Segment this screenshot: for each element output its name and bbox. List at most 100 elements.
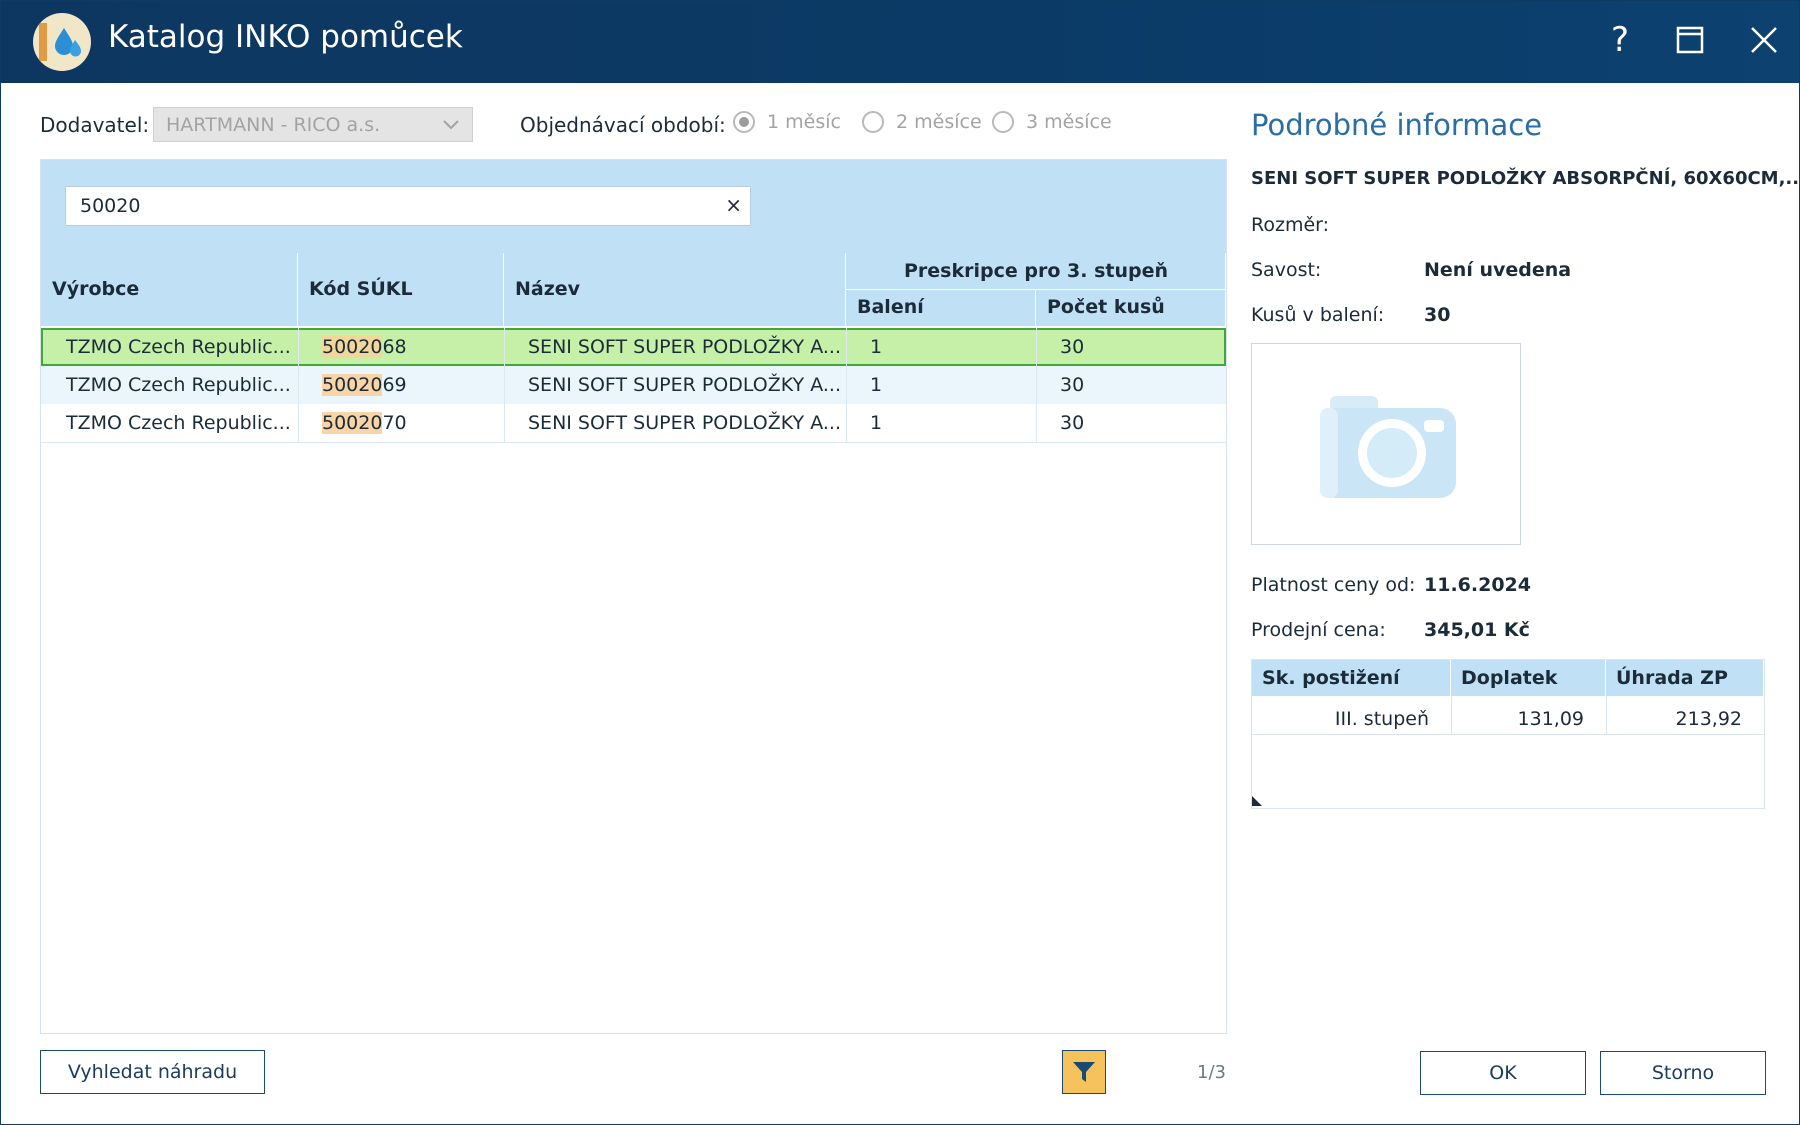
filter-button[interactable] [1062,1050,1106,1094]
detail-title: Podrobné informace [1251,108,1543,142]
help-button[interactable]: ? [1597,17,1643,63]
ok-button[interactable]: OK [1420,1051,1586,1095]
price-header-insurance: Úhrada ZP [1606,660,1764,696]
period-option-label: 3 měsíce [1026,111,1112,133]
price-valid-label: Platnost ceny od: [1251,574,1416,596]
cell-separator [1036,404,1037,442]
supplier-value: HARTMANN - RICO a.s. [166,114,381,136]
cell-manufacturer: TZMO Czech Republic... [66,336,291,358]
maximize-icon [1676,26,1704,54]
search-match-highlight: 50020 [322,412,383,434]
dialog-window: Katalog INKO pomůcek ? Dodavatel: HARTMA… [0,0,1800,1125]
period-radio-2[interactable]: 2 měsíce [862,111,982,133]
header-label: Preskripce pro 3. stupeň [904,260,1168,282]
water-drops-icon [33,13,91,71]
cell-name: SENI SOFT SUPER PODLOŽKY A... [528,412,841,434]
column-header-pieces[interactable]: Počet kusů [1036,290,1226,326]
cell-name: SENI SOFT SUPER PODLOŽKY A... [528,336,841,358]
header-label: Počet kusů [1047,296,1165,318]
search-band: × [41,160,1226,253]
header-label: Balení [857,296,924,318]
supplier-select[interactable]: HARTMANN - RICO a.s. [153,107,473,142]
header-label: Úhrada ZP [1616,667,1728,689]
period-label: Objednávací období: [520,113,726,137]
table-row[interactable]: TZMO Czech Republic... 5002070 SENI SOFT… [41,404,1226,443]
table-row[interactable]: TZMO Czech Republic... 5002069 SENI SOFT… [41,366,1226,404]
clear-icon[interactable]: × [725,193,742,217]
column-header-name[interactable]: Název [504,253,846,326]
record-counter: 1/3 [1197,1062,1226,1083]
cancel-button[interactable]: Storno [1600,1051,1766,1095]
size-label: Rozměr: [1251,214,1330,236]
cell-separator [298,328,299,366]
cell-sukl-code: 5002070 [322,412,407,434]
cell-separator [846,404,847,442]
header-label: Doplatek [1461,667,1558,689]
column-header-packages[interactable]: Balení [846,290,1036,326]
product-photo [1251,343,1521,545]
period-radio-1[interactable]: 1 měsíc [733,111,841,133]
cell-separator [504,404,505,442]
cell-sukl-code: 5002069 [322,374,407,396]
column-header-manufacturer[interactable]: Výrobce [41,253,298,326]
radio-selected-icon [733,111,755,133]
supplier-label: Dodavatel: [40,113,150,137]
cell-pieces: 30 [1060,374,1085,396]
cell-packages: 1 [870,374,883,396]
title-bar: Katalog INKO pomůcek ? [1,1,1799,83]
price-cell-surcharge: 131,09 [1517,708,1584,730]
header-label: Sk. postižení [1262,667,1400,689]
price-label: Prodejní cena: [1251,619,1386,641]
price-value: 345,01 Kč [1424,619,1530,641]
cell-packages: 1 [870,336,883,358]
cell-manufacturer: TZMO Czech Republic... [66,412,291,434]
search-match-highlight: 50020 [322,374,383,396]
radio-icon [992,111,1014,133]
header-label: Kód SÚKL [309,278,413,300]
code-rest: 70 [382,412,407,434]
cell-separator [504,366,505,404]
column-header-sukl-code[interactable]: Kód SÚKL [298,253,504,326]
catalog-grid: × Výrobce Kód SÚKL Název Preskripce pro … [40,159,1227,1034]
maximize-button[interactable] [1667,17,1713,63]
help-icon: ? [1610,20,1630,60]
price-cell-insurance: 213,92 [1675,708,1742,730]
price-header-disability: Sk. postižení [1252,660,1451,696]
cell-separator [1451,696,1452,734]
absorbency-label: Savost: [1251,259,1322,281]
pieces-value: 30 [1424,304,1451,326]
header-label: Název [515,278,581,300]
period-option-label: 2 měsíce [896,111,982,133]
column-group-prescription: Preskripce pro 3. stupeň [846,253,1226,290]
code-rest: 69 [382,374,407,396]
table-row[interactable]: TZMO Czech Republic... 5002068 SENI SOFT… [41,328,1226,366]
code-rest: 68 [382,336,407,358]
price-header-surcharge: Doplatek [1451,660,1606,696]
cell-packages: 1 [870,412,883,434]
price-valid-value: 11.6.2024 [1424,574,1531,596]
cell-sukl-code: 5002068 [322,336,407,358]
chevron-down-icon [443,120,459,130]
camera-icon [1320,396,1456,498]
radio-icon [862,111,884,133]
find-replacement-button[interactable]: Vyhledat náhradu [40,1050,265,1094]
price-cell-disability: III. stupeň [1334,708,1429,730]
cell-separator [1036,328,1037,366]
cell-separator [846,328,847,366]
cell-separator [1606,696,1607,734]
close-button[interactable] [1741,17,1787,63]
search-box: × [65,186,751,226]
header-label: Výrobce [52,278,140,300]
search-input[interactable] [66,187,694,225]
resize-corner-icon [1252,796,1262,806]
filter-icon [1073,1062,1095,1082]
absorbency-value: Není uvedena [1424,259,1572,281]
cell-pieces: 30 [1060,412,1085,434]
cell-separator [504,328,505,366]
cell-separator [846,366,847,404]
window-title: Katalog INKO pomůcek [108,19,463,55]
row-divider [1252,734,1764,735]
price-table: Sk. postižení Doplatek Úhrada ZP III. st… [1251,659,1765,809]
pieces-label: Kusů v balení: [1251,304,1385,326]
period-radio-3[interactable]: 3 měsíce [992,111,1112,133]
